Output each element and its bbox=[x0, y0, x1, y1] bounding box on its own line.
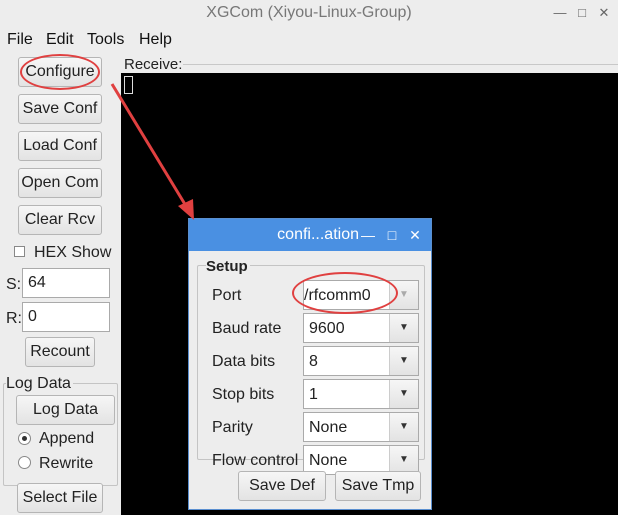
annotation-arrow bbox=[110, 83, 194, 220]
